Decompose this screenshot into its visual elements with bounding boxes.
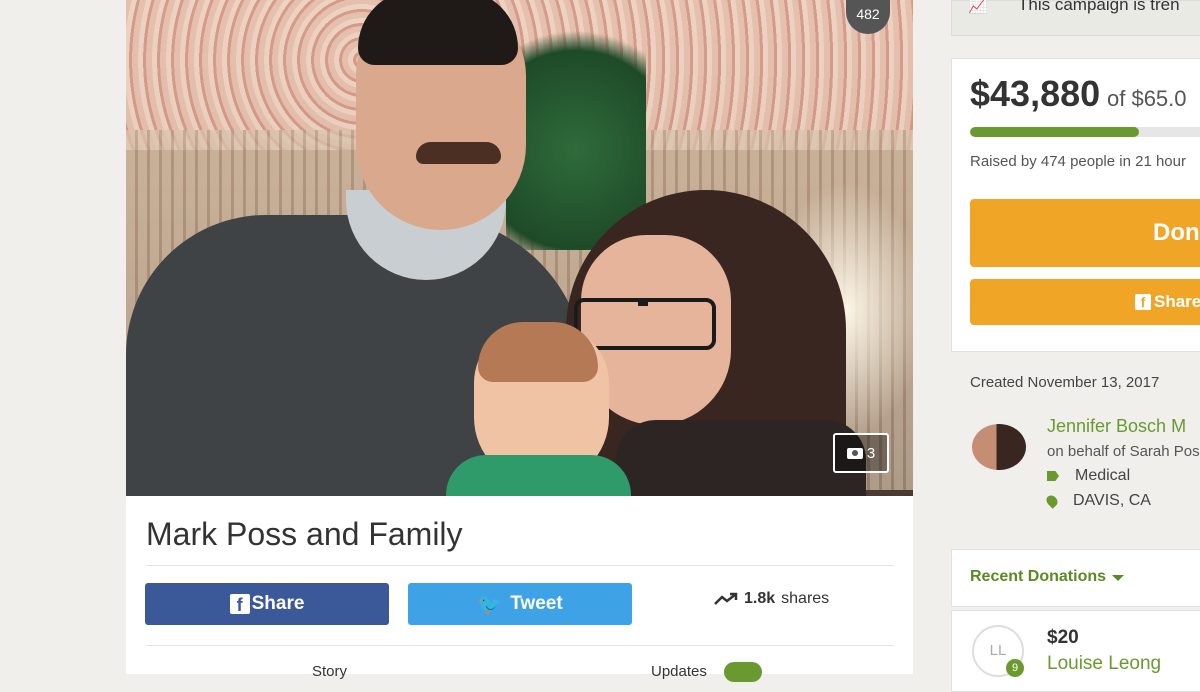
campaign-title: Mark Poss and Family — [146, 516, 463, 552]
photo-baby-hair — [478, 322, 598, 382]
tweet-button[interactable]: 🐦 Tweet — [408, 583, 632, 625]
camera-icon — [846, 447, 863, 459]
shares-counter: 1.8k shares — [714, 590, 829, 608]
facebook-share-label: Share — [251, 593, 305, 614]
location-row: DAVIS, CA — [1044, 492, 1151, 510]
tag-icon — [1047, 471, 1059, 481]
goal-amount: of $65.0 — [1107, 86, 1187, 111]
photo-christmas-tree — [506, 0, 646, 250]
photo-woman-body — [616, 420, 866, 496]
facebook-share-button[interactable]: f Share — [145, 583, 389, 625]
on-behalf-text: on behalf of Sarah Pos — [1047, 443, 1200, 460]
campaign-card: 482 3 Mark Poss and Family f Share 🐦 Twe… — [126, 0, 913, 682]
created-date: Created November 13, 2017 — [970, 374, 1160, 391]
shares-label: shares — [781, 590, 830, 607]
twitter-bird-icon: 🐦 — [477, 593, 503, 616]
donate-button[interactable]: Don — [970, 199, 1200, 267]
updates-count-badge — [724, 662, 762, 682]
photo-woman-glasses — [574, 298, 716, 350]
donor-name-link[interactable]: Louise Leong — [1047, 653, 1161, 675]
progress-bar — [970, 127, 1200, 137]
shares-count: 1.8k — [744, 590, 776, 607]
raised-by-text: Raised by 474 people in 21 hour — [970, 153, 1186, 170]
category-label: Medical — [1075, 467, 1131, 484]
trending-up-icon — [714, 592, 738, 605]
donation-amount: $20 — [1047, 627, 1079, 648]
facebook-icon: f — [229, 594, 250, 615]
location-label: DAVIS, CA — [1073, 492, 1151, 509]
tab-updates[interactable]: Updates — [651, 663, 707, 680]
likes-count: 482 — [856, 6, 880, 22]
recent-donations-header[interactable]: Recent Donations — [951, 549, 1200, 607]
donation-summary-card: $43,880 of $65.0 Raised by 474 people in… — [951, 58, 1200, 352]
divider — [146, 645, 893, 646]
donor-badge: 9 — [1006, 659, 1024, 677]
sidebar-share-button[interactable]: f Share — [970, 279, 1200, 325]
divider — [146, 565, 893, 566]
organizer-avatar[interactable] — [970, 422, 1028, 472]
campaign-photo[interactable]: 482 3 — [126, 0, 913, 496]
photo-count-button[interactable]: 3 — [833, 433, 889, 473]
photo-man-mustache — [416, 142, 501, 164]
tab-story[interactable]: Story — [312, 663, 347, 680]
photo-baby-body — [446, 455, 631, 496]
photo-count-label: 3 — [866, 444, 876, 462]
category-row[interactable]: Medical — [1047, 467, 1130, 485]
organizer-name-link[interactable]: Jennifer Bosch M — [1047, 416, 1186, 437]
facebook-icon: f — [1135, 294, 1151, 310]
photo-man-hair — [358, 0, 518, 65]
location-pin-icon — [1044, 493, 1060, 509]
chart-icon: 📈 — [968, 0, 988, 14]
donation-item: LL 9 $20 Louise Leong — [951, 610, 1200, 692]
tweet-label: Tweet — [510, 593, 563, 614]
raised-amount: $43,880 — [970, 73, 1101, 114]
caret-down-icon — [1112, 575, 1124, 581]
trending-text: This campaign is tren — [1018, 0, 1180, 14]
sidebar-share-label: Share — [1154, 292, 1200, 311]
progress-fill — [970, 127, 1139, 137]
trending-banner: 📈 This campaign is tren — [951, 0, 1200, 36]
recent-donations-label: Recent Donations — [970, 568, 1107, 585]
